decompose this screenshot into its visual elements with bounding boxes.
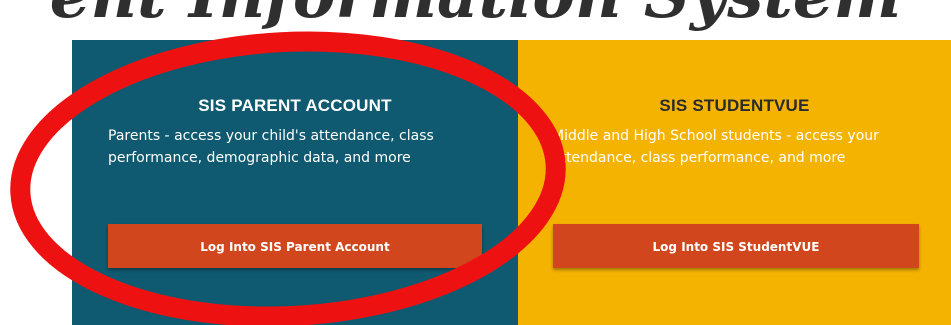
sis-parent-account-card: SIS PARENT ACCOUNT Parents - access your… bbox=[72, 40, 518, 325]
sis-studentvue-card: SIS STUDENTVUE Middle and High School st… bbox=[518, 40, 951, 325]
parent-card-title: SIS PARENT ACCOUNT bbox=[198, 96, 392, 115]
parent-card-description: Parents - access your child's attendance… bbox=[108, 128, 434, 166]
page-heading: ent Information System bbox=[0, 0, 951, 32]
student-card-description: Middle and High School students - access… bbox=[552, 128, 879, 166]
student-card-title: SIS STUDENTVUE bbox=[659, 96, 810, 115]
login-studentvue-button[interactable]: Log Into SIS StudentVUE bbox=[553, 224, 919, 268]
login-parent-account-button[interactable]: Log Into SIS Parent Account bbox=[108, 224, 482, 268]
